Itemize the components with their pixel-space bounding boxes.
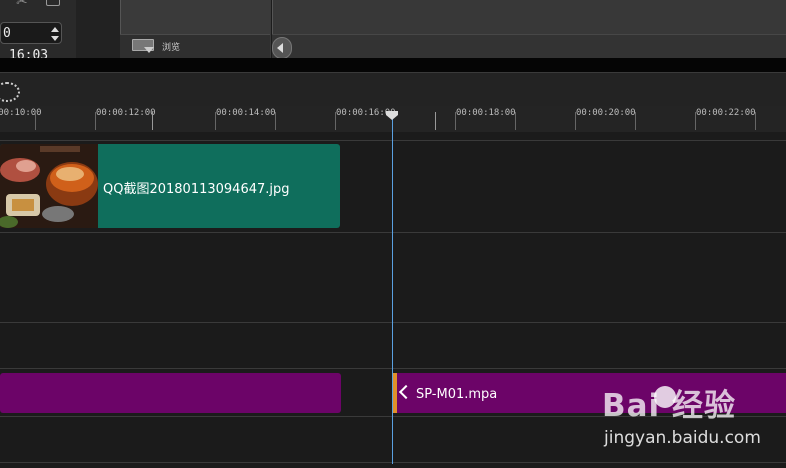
ruler-tick xyxy=(275,112,276,130)
ruler-tick xyxy=(95,112,96,130)
ruler-tick xyxy=(635,112,636,130)
panel-divider xyxy=(76,0,120,58)
scissors-icon[interactable]: ✂ xyxy=(16,0,28,10)
chevron-left-icon xyxy=(277,43,283,53)
audio-clip-icon xyxy=(398,384,414,400)
collapse-left-button[interactable] xyxy=(272,37,292,59)
timecode-up-icon[interactable] xyxy=(51,27,59,32)
track-divider xyxy=(0,462,786,463)
ruler-tick-label: 00:00:14:00 xyxy=(216,108,276,118)
baidu-url: jingyan.baidu.com xyxy=(604,428,761,448)
audio-clip-label: SP-M01.mpa xyxy=(416,387,498,402)
loop-icon[interactable] xyxy=(0,82,20,102)
ruler-tick xyxy=(455,112,456,130)
ruler-tick xyxy=(695,112,696,130)
food-thumbnail-icon xyxy=(0,144,98,228)
baidu-watermark: Bai 经验 jingyan.baidu.com xyxy=(598,380,768,456)
track-divider xyxy=(0,232,786,233)
ruler-tick xyxy=(152,112,153,130)
video-clip-label: QQ截图20180113094647.jpg xyxy=(103,182,290,197)
separator-band xyxy=(0,58,786,72)
preview-label: 浏览 xyxy=(162,43,181,53)
track-divider xyxy=(0,368,786,369)
ruler-tick-label: 00:00:22:00 xyxy=(696,108,756,118)
preview-dropdown-icon[interactable] xyxy=(144,47,154,53)
video-clip[interactable]: QQ截图20180113094647.jpg xyxy=(0,144,340,228)
track-divider xyxy=(0,140,786,141)
library-toolbar xyxy=(272,34,786,59)
timecode-panel: ✂ 0 16:03 xyxy=(0,0,76,63)
ruler-tick-label: 00:00:18:00 xyxy=(456,108,516,118)
ruler-tick xyxy=(755,112,756,130)
ruler-tick-label: 00:00:20:00 xyxy=(576,108,636,118)
timecode-down-icon[interactable] xyxy=(51,36,59,41)
clip-thumbnail xyxy=(0,144,98,228)
audio-clip-left[interactable] xyxy=(0,373,341,413)
clip-trim-handle[interactable] xyxy=(393,373,397,413)
timeline-toolbar xyxy=(0,72,786,107)
ruler-tick xyxy=(515,112,516,130)
ruler-tick xyxy=(215,112,216,130)
baidu-paw-icon xyxy=(654,386,676,408)
timecode-prefix: 0 xyxy=(3,26,11,41)
track-divider xyxy=(0,322,786,323)
ruler-tick xyxy=(335,112,336,130)
ruler-tick-label: 00:00:12:00 xyxy=(96,108,156,118)
ruler-tick xyxy=(435,112,436,130)
preview-toolbar: 浏览 xyxy=(120,34,270,59)
playhead-line xyxy=(392,118,393,464)
ruler-tick xyxy=(35,112,36,130)
copy-icon[interactable] xyxy=(46,0,60,6)
ruler-tick xyxy=(575,112,576,130)
